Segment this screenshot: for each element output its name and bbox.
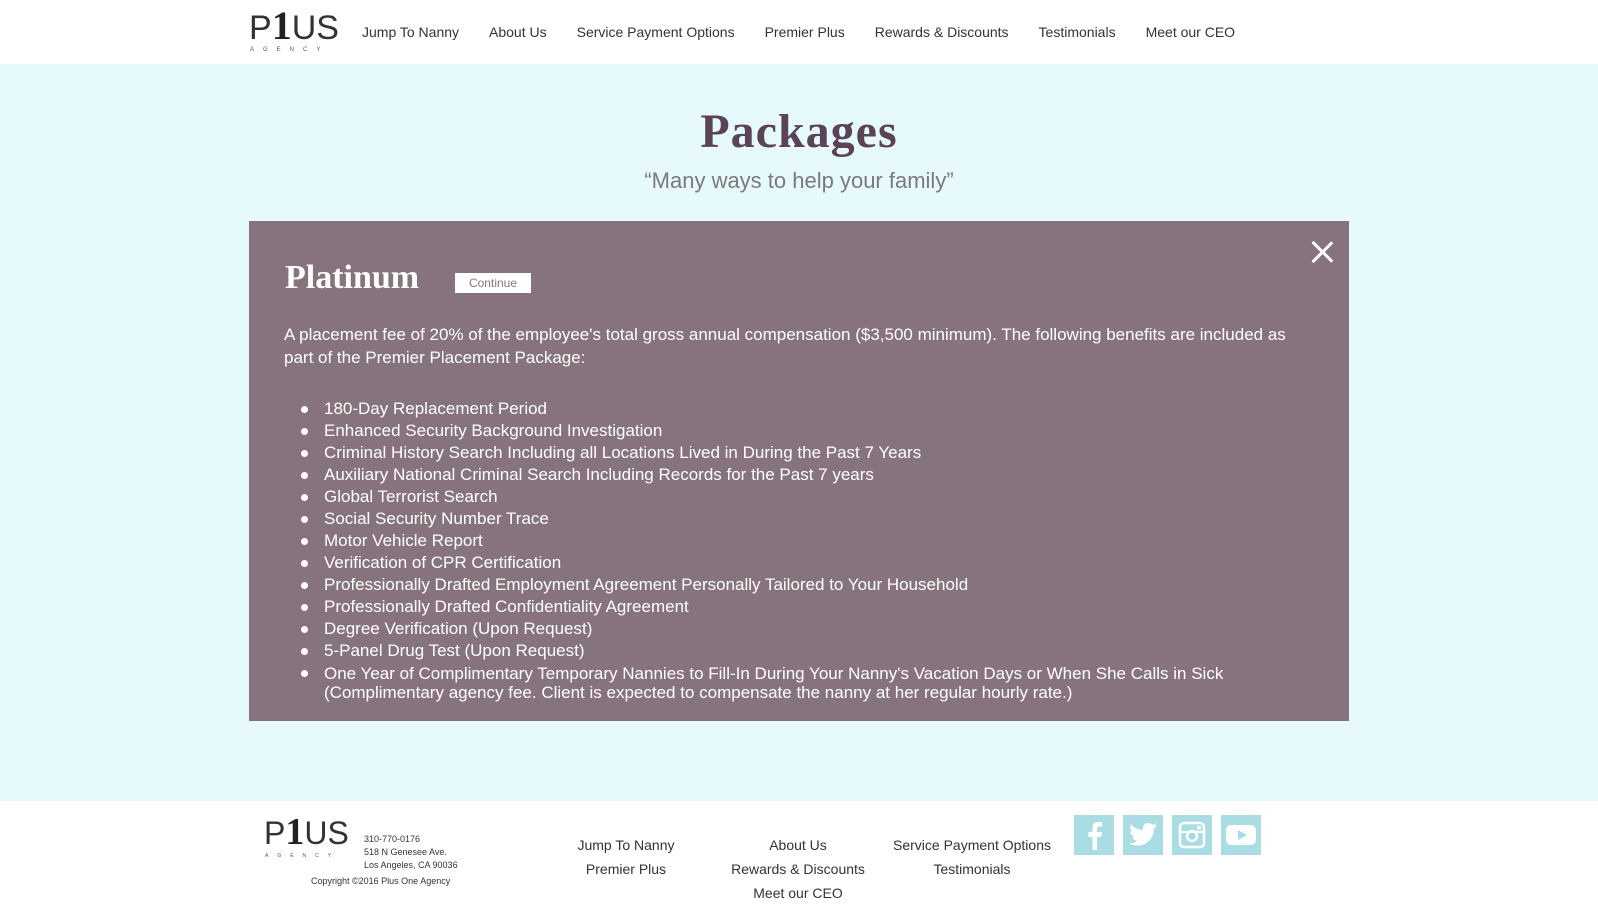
logo-letter-p: P: [264, 815, 286, 851]
benefits-list: 180-Day Replacement Period Enhanced Secu…: [301, 398, 1304, 702]
list-item: Motor Vehicle Report: [301, 530, 1304, 552]
list-item: Auxiliary National Criminal Search Inclu…: [301, 464, 1304, 486]
copyright: Copyright ©2016 Plus One Agency: [311, 876, 451, 886]
footer-nav-col-3: Service Payment Options Testimonials: [892, 833, 1052, 881]
logo-wordmark: P1US: [249, 6, 339, 48]
nav-rewards-discounts[interactable]: Rewards & Discounts: [875, 24, 1009, 40]
youtube-icon[interactable]: [1221, 815, 1261, 855]
nav-meet-our-ceo[interactable]: Meet our CEO: [1146, 24, 1235, 40]
nav-jump-to-nanny[interactable]: Jump To Nanny: [362, 24, 459, 40]
list-item: Professionally Drafted Employment Agreem…: [301, 574, 1304, 596]
list-item: Degree Verification (Upon Request): [301, 618, 1304, 640]
nav-premier-plus[interactable]: Premier Plus: [765, 24, 845, 40]
logo-agency-text: AGENCY: [250, 47, 330, 53]
social-links: [1074, 815, 1270, 855]
logo-agency-text: AGENCY: [265, 853, 341, 859]
footer-nav-service-payment-options[interactable]: Service Payment Options: [892, 833, 1052, 857]
address-line-1: 518 N Genesee Ave.: [364, 847, 447, 857]
continue-button[interactable]: Continue: [455, 273, 531, 293]
phone-number: 310-770-0176: [364, 834, 421, 844]
nav-testimonials[interactable]: Testimonials: [1039, 24, 1116, 40]
list-item: 5-Panel Drug Test (Upon Request): [301, 640, 1304, 662]
list-item: Enhanced Security Background Investigati…: [301, 420, 1304, 442]
footer-nav-rewards-discounts[interactable]: Rewards & Discounts: [728, 857, 868, 881]
facebook-icon[interactable]: [1074, 815, 1114, 855]
page-title: Packages: [700, 105, 898, 158]
footer-nav-about-us[interactable]: About Us: [728, 833, 868, 857]
footer-nav-col-2: About Us Rewards & Discounts Meet our CE…: [728, 833, 868, 905]
list-item: Verification of CPR Certification: [301, 552, 1304, 574]
main-nav: Jump To Nanny About Us Service Payment O…: [362, 24, 1265, 40]
package-detail-panel: Platinum Continue A placement fee of 20%…: [249, 221, 1349, 721]
list-item: One Year of Complimentary Temporary Nann…: [301, 662, 1304, 702]
list-item: Global Terrorist Search: [301, 486, 1304, 508]
logo-letters-us: US: [304, 815, 349, 851]
footer-logo[interactable]: P1US AGENCY: [264, 813, 354, 867]
footer-nav-col-1: Jump To Nanny Premier Plus: [566, 833, 686, 881]
nav-about-us[interactable]: About Us: [489, 24, 547, 40]
footer-nav-meet-our-ceo[interactable]: Meet our CEO: [728, 881, 868, 905]
logo-letters-us: US: [291, 9, 339, 47]
list-item: Social Security Number Trace: [301, 508, 1304, 530]
footer-logo-wordmark: P1US: [264, 813, 349, 852]
logo-number-one: 1: [285, 811, 305, 853]
footer-nav-testimonials[interactable]: Testimonials: [892, 857, 1052, 881]
nav-service-payment-options[interactable]: Service Payment Options: [577, 24, 735, 40]
site-footer: P1US AGENCY 310-770-0176 518 N Genesee A…: [0, 801, 1598, 923]
plus-one-logo[interactable]: P1US AGENCY: [249, 6, 339, 56]
close-icon[interactable]: [1309, 239, 1335, 265]
page-subtitle: “Many ways to help your family”: [644, 168, 954, 193]
site-header: P1US AGENCY Jump To Nanny About Us Servi…: [0, 0, 1598, 64]
footer-nav-jump-to-nanny[interactable]: Jump To Nanny: [566, 833, 686, 857]
contact-info: 310-770-0176 518 N Genesee Ave. Los Ange…: [364, 833, 458, 872]
list-item: 180-Day Replacement Period: [301, 398, 1304, 420]
main-content: Packages “Many ways to help your family”…: [0, 64, 1598, 801]
footer-nav-premier-plus[interactable]: Premier Plus: [566, 857, 686, 881]
package-title: Platinum: [285, 259, 420, 296]
list-item: Professionally Drafted Confidentiality A…: [301, 596, 1304, 618]
address-line-2: Los Angeles, CA 90036: [364, 860, 458, 870]
instagram-icon[interactable]: [1172, 815, 1212, 855]
logo-number-one: 1: [271, 3, 292, 48]
list-item: Criminal History Search Including all Lo…: [301, 442, 1304, 464]
logo-letter-p: P: [249, 9, 272, 47]
package-description: A placement fee of 20% of the employee's…: [284, 325, 1286, 367]
twitter-icon[interactable]: [1123, 815, 1163, 855]
